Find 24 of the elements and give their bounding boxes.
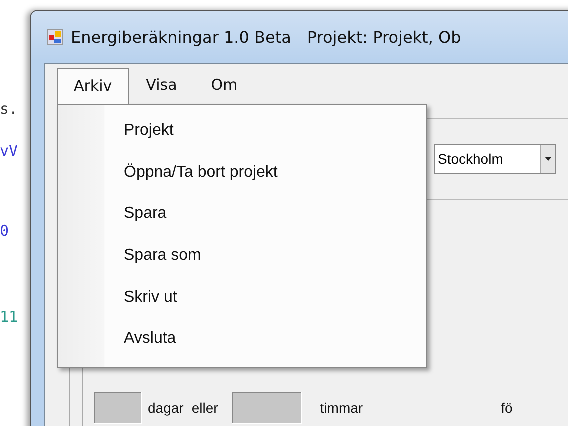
menu-option[interactable]: Skriv ut: [58, 278, 426, 320]
app-icon: [47, 29, 63, 45]
dropdown-arrow-icon: [544, 157, 552, 161]
project-title: Projekt: Projekt, Ob: [307, 28, 462, 46]
menu-option[interactable]: Spara som: [58, 236, 426, 278]
hours-label: timmar: [320, 400, 364, 416]
menu-item[interactable]: Om: [194, 68, 255, 104]
menu-option[interactable]: Avsluta: [58, 319, 426, 362]
window-title: Energiberäkningar 1.0 Beta: [71, 28, 292, 46]
menu-item[interactable]: Visa: [129, 68, 194, 104]
code-text: s.: [0, 100, 18, 118]
or-label: eller: [192, 400, 218, 416]
input-field[interactable]: [94, 392, 142, 424]
input-field[interactable]: [232, 392, 302, 424]
code-text: 11: [0, 308, 18, 326]
menu-option[interactable]: Projekt: [58, 111, 426, 153]
code-text: 0: [0, 222, 10, 240]
menu-option[interactable]: Öppna/Ta bort projekt: [58, 152, 426, 194]
menu-option[interactable]: Spara: [58, 194, 426, 236]
days-label: dagar: [148, 400, 184, 416]
code-text: vV: [0, 142, 18, 160]
menu-item[interactable]: Arkiv: [57, 68, 130, 104]
label-text: fö: [501, 400, 513, 416]
city-dropdown[interactable]: Stockholm: [434, 144, 556, 174]
